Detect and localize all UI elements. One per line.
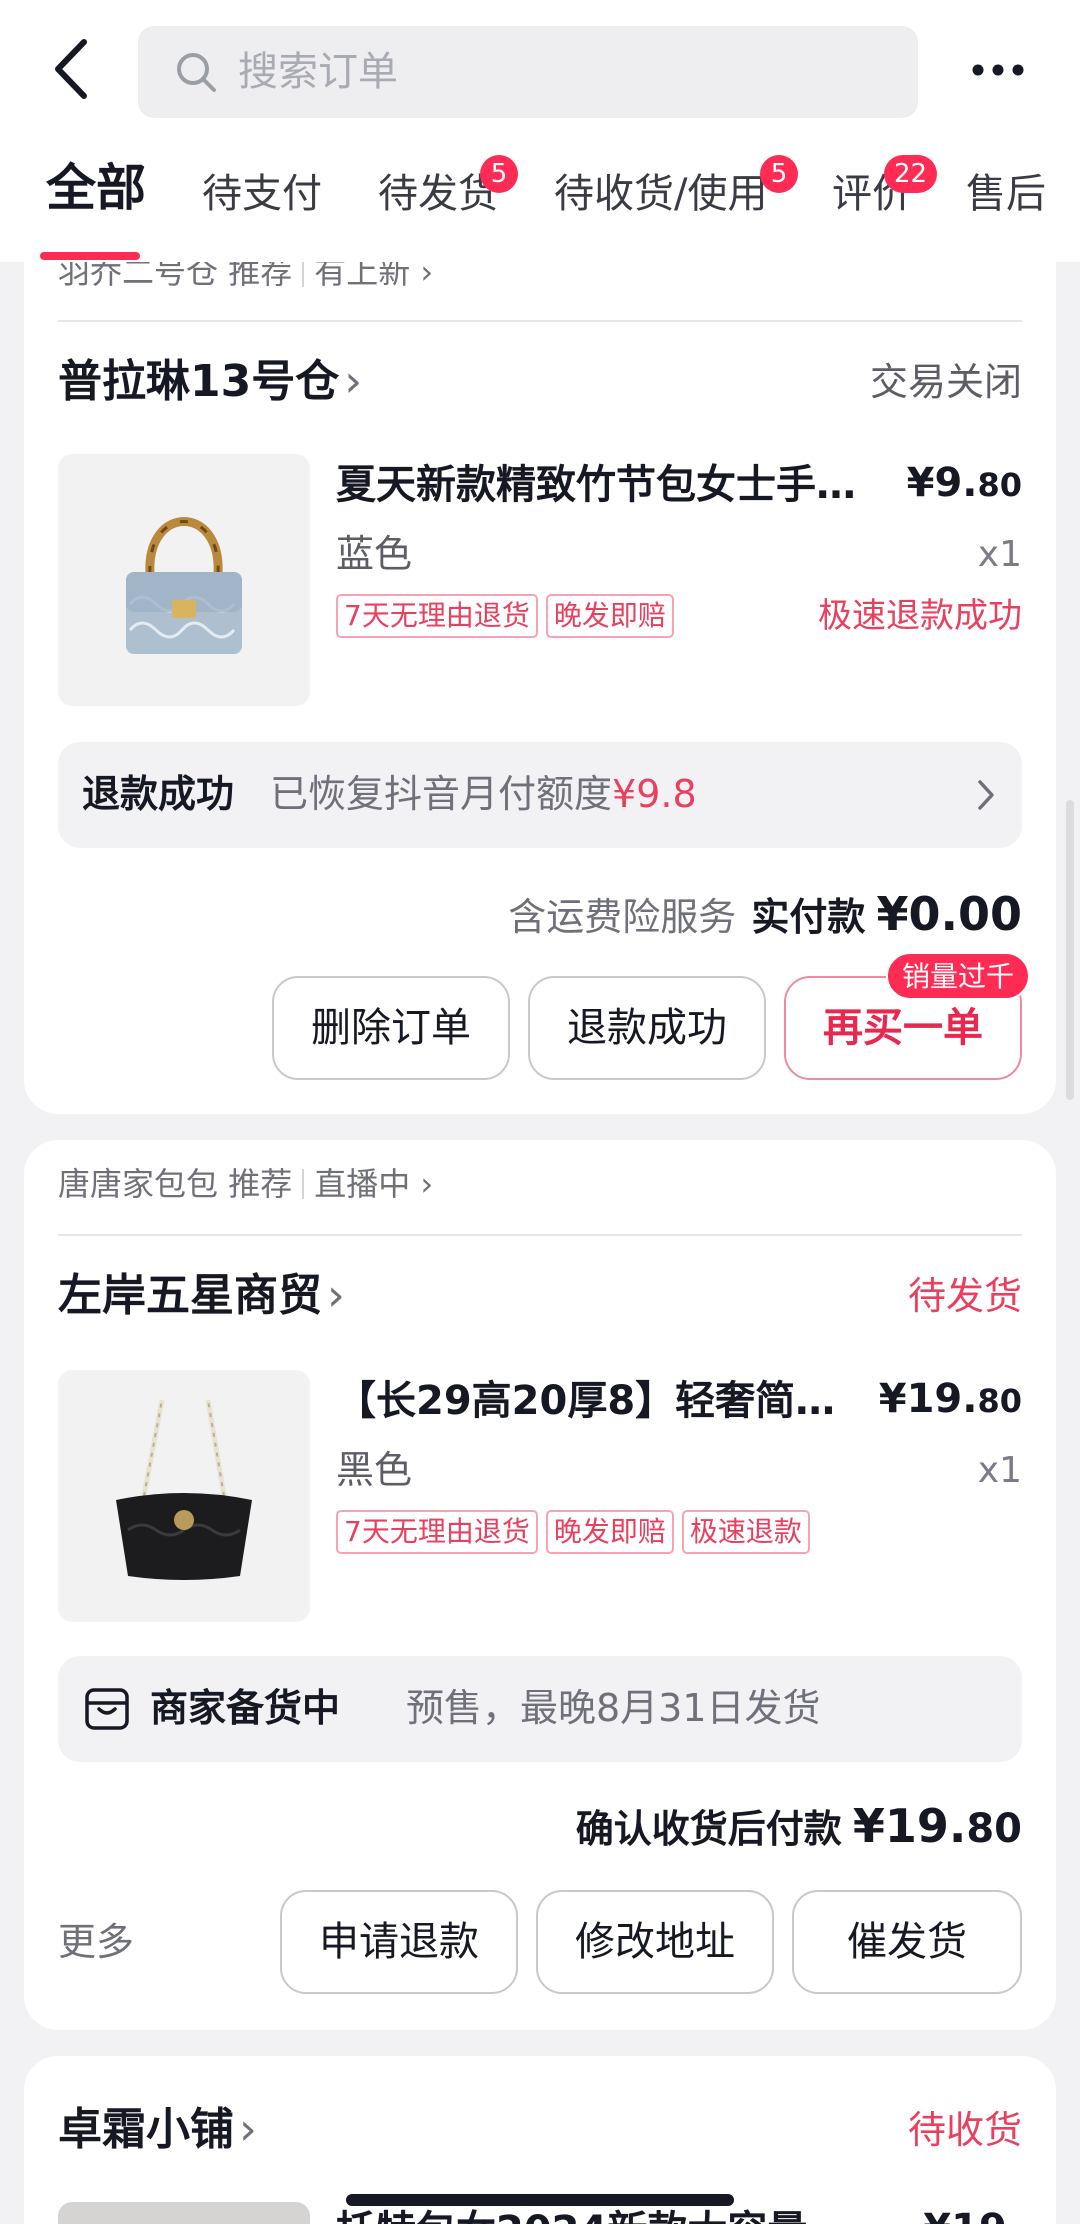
tab-all[interactable]: 全部 (46, 160, 146, 216)
recommend-label: 推荐 (228, 1165, 293, 1203)
tag-7day-return: 7天无理由退货 (336, 594, 538, 638)
tab-pending-shipment-badge: 5 (480, 155, 518, 193)
change-address-button[interactable]: 修改地址 (536, 1890, 774, 1994)
total-label: 确认收货后付款 (575, 1807, 842, 1851)
store-name: 左岸五星商贸 (58, 1270, 322, 1321)
more-actions-link[interactable]: 更多 (58, 1916, 134, 1968)
recommended-store-name: 唐唐家包包 (58, 1165, 219, 1203)
shipping-info-bar[interactable]: 商家备货中 预售，最晚8月31日发货 (58, 1656, 1022, 1762)
shipping-info-text: 预售，最晚8月31日发货 (406, 1686, 821, 1730)
refund-info-bar[interactable]: 退款成功 已恢复抖音月付额度¥9.8 (58, 742, 1022, 848)
price-main: ¥19. (878, 1376, 978, 1422)
product-title[interactable]: 【长29高20厚8】轻奢简… (336, 1374, 856, 1428)
product-price: ¥19.80 (879, 1376, 1022, 1422)
order-total: 确认收货后付款 ¥19.80 (576, 1796, 1022, 1867)
search-placeholder: 搜索订单 (238, 49, 398, 95)
product-price: ¥19. (923, 2206, 1022, 2224)
order-status: 交易关闭 (869, 360, 1022, 404)
store-name-link[interactable]: 卓霜小铺 › (58, 2102, 257, 2158)
tab-after-sales[interactable]: 售后 (966, 166, 1046, 222)
header: 搜索订单 全部 待支付 待发货 5 待收货/使用 5 评价 22 售后 (0, 0, 1080, 262)
chevron-right-icon (978, 780, 994, 810)
refund-success-button[interactable]: 退款成功 (528, 976, 766, 1080)
product-variant: 蓝色 (336, 532, 413, 576)
product-tags: 7天无理由退货 晚发即赔 (336, 594, 674, 638)
separator (302, 1169, 305, 1199)
tab-active-indicator (40, 252, 140, 260)
product-quantity: x1 (977, 1450, 1022, 1491)
tag-7day-return: 7天无理由退货 (336, 1510, 538, 1554)
chevron-right-icon: › (420, 1165, 434, 1203)
price-main: ¥9. (906, 460, 978, 506)
back-arrow-icon[interactable] (44, 34, 104, 104)
store-name: 普拉琳13号仓 (58, 356, 340, 407)
product-title[interactable]: 托特包女2024新款大容量 (336, 2204, 856, 2224)
search-icon (177, 53, 216, 92)
divider (58, 320, 1022, 322)
tag-fast-refund: 极速退款 (681, 1510, 810, 1554)
home-indicator[interactable] (346, 2194, 734, 2206)
urge-shipment-button[interactable]: 催发货 (792, 1890, 1022, 1994)
tab-pending-receipt-badge: 5 (760, 155, 798, 193)
product-image[interactable] (58, 1370, 310, 1622)
insurance-service: 含运费险服务 (508, 895, 737, 939)
order-total: 含运费险服务 实付款 ¥0.00 (508, 884, 1022, 955)
total-amount-main: ¥19. (852, 1799, 967, 1853)
store-recommendation-bar[interactable]: 唐唐家包包 推荐 直播中 › (58, 1162, 433, 1206)
chevron-right-icon: › (327, 1270, 345, 1321)
store-name-link[interactable]: 左岸五星商贸 › (58, 1268, 345, 1324)
total-label: 实付款 (751, 895, 866, 939)
search-input[interactable]: 搜索订单 (138, 26, 918, 118)
more-icon[interactable] (968, 50, 1028, 90)
store-name-link[interactable]: 普拉琳13号仓 › (58, 354, 362, 410)
request-refund-button[interactable]: 申请退款 (280, 1890, 518, 1994)
order-card: 唐唐家包包 推荐 直播中 › 左岸五星商贸 › 待发货 【长29高20厚8】轻奢简… (24, 1140, 1056, 2030)
order-card: 羽乔二号仓 推荐 有上新 › 普拉琳13号仓 › 交易关闭 夏天新款精致竹节包女士… (24, 140, 1056, 1114)
shop-box-icon (85, 1688, 129, 1730)
refund-info-description: 已恢复抖音月付额度 (270, 772, 613, 816)
price-cents: 80 (977, 466, 1022, 504)
product-image[interactable] (58, 2202, 310, 2224)
refund-info-text: 已恢复抖音月付额度¥9.8 (270, 768, 697, 820)
refund-info-title: 退款成功 (82, 772, 235, 816)
bamboo-bag-image (126, 517, 242, 654)
product-price: ¥9.80 (907, 460, 1022, 506)
product-variant: 黑色 (336, 1448, 413, 1492)
scrollbar[interactable] (1066, 800, 1074, 1100)
black-shoulder-bag-image (116, 1399, 252, 1580)
price-cents: 80 (977, 1382, 1022, 1420)
order-status: 待收货 (907, 2108, 1022, 2152)
total-amount-cents: 80 (966, 1806, 1022, 1852)
divider (58, 1234, 1022, 1236)
product-tags: 7天无理由退货 晚发即赔 极速退款 (336, 1510, 810, 1554)
tag-late-compensation: 晚发即赔 (545, 594, 674, 638)
product-quantity: x1 (977, 534, 1022, 575)
product-image[interactable] (58, 454, 310, 706)
product-title[interactable]: 夏天新款精致竹节包女士手… (336, 458, 896, 512)
order-status: 待发货 (907, 1274, 1022, 1318)
tab-pending-receipt[interactable]: 待收货/使用 (554, 166, 767, 222)
refund-status: 极速退款成功 (818, 596, 1022, 636)
tab-pending-payment[interactable]: 待支付 (202, 166, 322, 222)
store-live-status: 直播中 (314, 1165, 411, 1203)
chevron-right-icon: › (239, 2104, 257, 2155)
best-seller-badge: 销量过千 (886, 952, 1031, 1000)
delete-order-button[interactable]: 删除订单 (272, 976, 510, 1080)
store-name: 卓霜小铺 (58, 2104, 234, 2155)
chevron-right-icon: › (344, 356, 362, 407)
refund-amount: ¥9.8 (612, 772, 697, 816)
total-amount: ¥0.00 (876, 887, 1022, 941)
shipping-info-title: 商家备货中 (150, 1686, 341, 1730)
tab-review-badge: 22 (884, 155, 938, 193)
tag-late-compensation: 晚发即赔 (545, 1510, 674, 1554)
